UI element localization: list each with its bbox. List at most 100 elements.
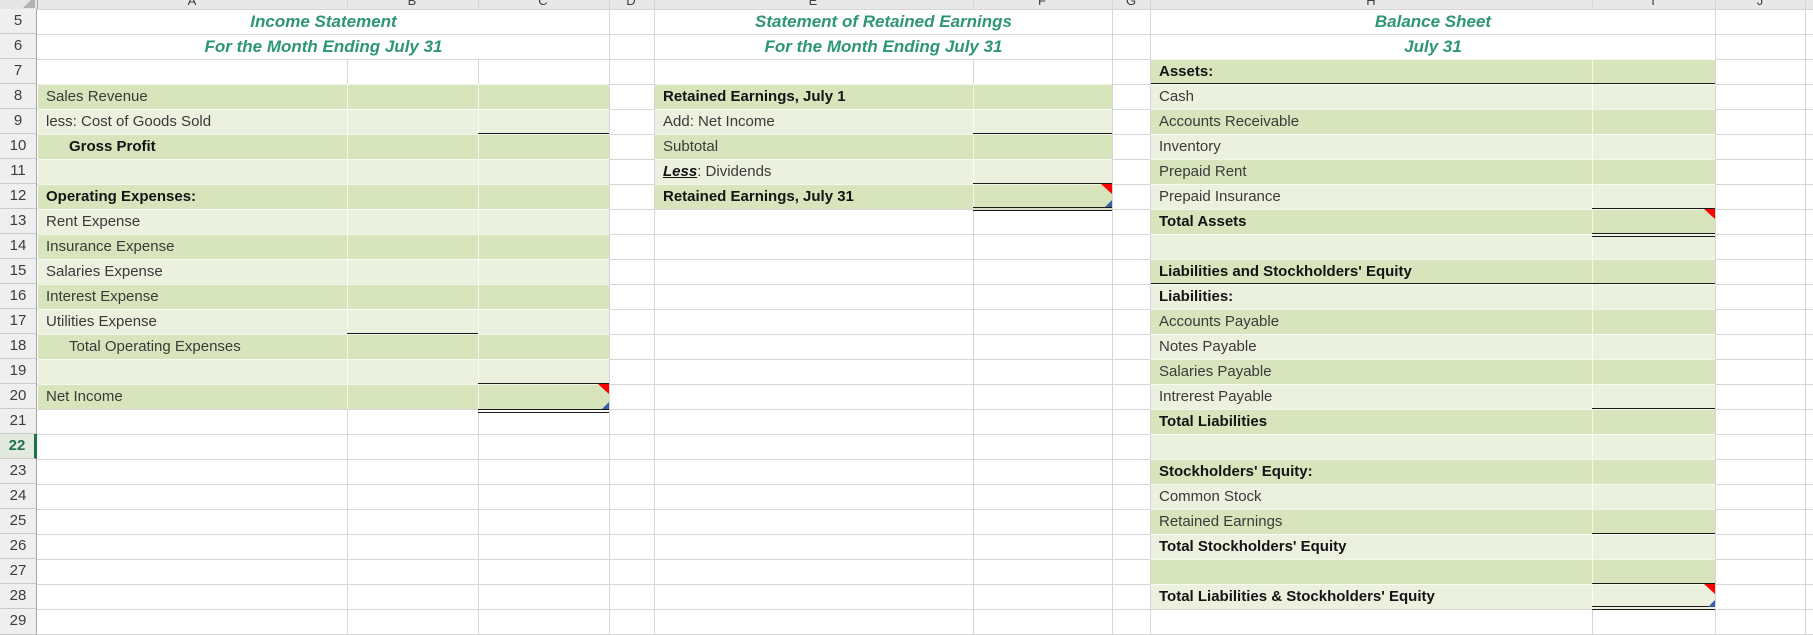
cell-retained-earnings[interactable]: Retained Earnings xyxy=(1151,509,1589,534)
band-column-separator xyxy=(1592,59,1593,609)
cell-total-operating-expenses[interactable]: Total Operating Expenses xyxy=(38,334,369,359)
cell-assets-header[interactable]: Assets: xyxy=(1151,59,1589,84)
cell-border-net-income-double xyxy=(478,412,609,413)
cell-gross-profit[interactable]: Gross Profit xyxy=(38,134,369,159)
row-header-28[interactable]: 28 xyxy=(0,584,37,609)
cell-border-net-income-double xyxy=(478,409,609,410)
cell-cash[interactable]: Cash xyxy=(1151,84,1589,109)
row-header-10[interactable]: 10 xyxy=(0,134,37,159)
cell-border-total-assets-double xyxy=(1592,236,1715,237)
less-label: Less xyxy=(663,163,698,180)
row-header-27[interactable]: 27 xyxy=(0,559,37,584)
cell-total-liabilities[interactable]: Total Liabilities xyxy=(1151,409,1589,434)
cell-insurance-expense[interactable]: Insurance Expense xyxy=(38,234,346,259)
row-header-29[interactable]: 29 xyxy=(0,609,37,635)
column-header-g[interactable]: G xyxy=(1118,0,1144,8)
cell-sales-revenue[interactable]: Sales Revenue xyxy=(38,84,346,109)
row-header-5[interactable]: 5 xyxy=(0,9,37,34)
cell-rent-expense[interactable]: Rent Expense xyxy=(38,209,346,234)
column-header-b[interactable]: B xyxy=(399,0,425,8)
column-header-a[interactable]: A xyxy=(179,0,205,8)
row-header-12[interactable]: 12 xyxy=(0,184,37,209)
cell-total-liabilities-and-equity[interactable]: Total Liabilities & Stockholders' Equity xyxy=(1151,584,1589,609)
gridline-v xyxy=(609,0,610,635)
row-header-23[interactable]: 23 xyxy=(0,459,37,484)
cell-total-assets[interactable]: Total Assets xyxy=(1151,209,1589,234)
cell-liabilities-header[interactable]: Liabilities: xyxy=(1151,284,1589,309)
cell-accounts-payable[interactable]: Accounts Payable xyxy=(1151,309,1589,334)
net-income-value-cell[interactable] xyxy=(478,384,609,409)
cell-utilities-expense[interactable]: Utilities Expense xyxy=(38,309,346,334)
row-header-15[interactable]: 15 xyxy=(0,259,37,284)
total-assets-value-cell[interactable] xyxy=(1592,209,1715,234)
cell-notes-payable[interactable]: Notes Payable xyxy=(1151,334,1589,359)
total-liabilities-equity-value-cell[interactable] xyxy=(1592,584,1715,609)
band-column-separator xyxy=(347,84,348,409)
cell-total-stockholders-equity[interactable]: Total Stockholders' Equity xyxy=(1151,534,1589,559)
row-header-17[interactable]: 17 xyxy=(0,309,37,334)
row-header-24[interactable]: 24 xyxy=(0,484,37,509)
column-header-d[interactable]: D xyxy=(618,0,644,8)
gridline-v xyxy=(1112,0,1113,635)
cell-border-total-liab-equity-double xyxy=(1592,609,1715,610)
cell-stockholders-equity-header[interactable]: Stockholders' Equity: xyxy=(1151,459,1589,484)
balance-sheet-title[interactable]: Balance Sheet xyxy=(1151,9,1715,34)
cell-cost-of-goods-sold[interactable]: less: Cost of Goods Sold xyxy=(38,109,346,134)
cell-prepaid-rent[interactable]: Prepaid Rent xyxy=(1151,159,1589,184)
column-header-i[interactable]: I xyxy=(1640,0,1666,8)
cell-interest-expense[interactable]: Interest Expense xyxy=(38,284,346,309)
cell-border-add-net-income xyxy=(973,133,1112,134)
row-header-26[interactable]: 26 xyxy=(0,534,37,559)
cell-accounts-receivable[interactable]: Accounts Receivable xyxy=(1151,109,1589,134)
row-header-14[interactable]: 14 xyxy=(0,234,37,259)
cell-operating-expenses-header[interactable]: Operating Expenses: xyxy=(38,184,346,209)
row-header-16[interactable]: 16 xyxy=(0,284,37,309)
cell-border-cogs-total xyxy=(478,133,609,134)
cell-common-stock[interactable]: Common Stock xyxy=(1151,484,1589,509)
cell-border-assets-underline xyxy=(1151,83,1715,84)
row-header-13[interactable]: 13 xyxy=(0,209,37,234)
column-header-j[interactable]: J xyxy=(1747,0,1773,8)
row-header-18[interactable]: 18 xyxy=(0,334,37,359)
cell-interest-payable[interactable]: Intrerest Payable xyxy=(1151,384,1589,409)
spreadsheet-view: A B C D E F G H I J Income Statement For… xyxy=(0,0,1813,635)
row-header-21[interactable]: 21 xyxy=(0,409,37,434)
cell-border-utilities-total xyxy=(347,333,478,334)
row-header-6[interactable]: 6 xyxy=(0,34,37,59)
cell-inventory[interactable]: Inventory xyxy=(1151,134,1589,159)
column-header-e[interactable]: E xyxy=(800,0,826,8)
cell-add-net-income[interactable]: Add: Net Income xyxy=(655,109,973,134)
column-headers: A B C D E F G H I J xyxy=(37,0,1813,9)
retained-earnings-july31-value-cell[interactable] xyxy=(973,184,1112,209)
row-header-19[interactable]: 19 xyxy=(0,359,37,384)
select-all-corner[interactable] xyxy=(0,0,38,9)
cell-prepaid-insurance[interactable]: Prepaid Insurance xyxy=(1151,184,1589,209)
retained-earnings-title[interactable]: Statement of Retained Earnings xyxy=(655,9,1112,34)
gridline-v xyxy=(1715,0,1716,635)
cell-border-re-july31-double xyxy=(973,210,1112,211)
row-header-7[interactable]: 7 xyxy=(0,59,37,84)
row-header-11[interactable]: 11 xyxy=(0,159,37,184)
column-header-f[interactable]: F xyxy=(1029,0,1055,8)
cell-net-income[interactable]: Net Income xyxy=(38,384,346,409)
gridline-v xyxy=(1805,0,1806,635)
cell-subtotal[interactable]: Subtotal xyxy=(655,134,973,159)
cell-liabilities-and-equity-header[interactable]: Liabilities and Stockholders' Equity xyxy=(1151,259,1589,284)
balance-sheet-subtitle[interactable]: July 31 xyxy=(1151,34,1715,59)
column-header-h[interactable]: H xyxy=(1358,0,1384,8)
cell-retained-earnings-july31[interactable]: Retained Earnings, July 31 xyxy=(655,184,973,209)
row-header-8[interactable]: 8 xyxy=(0,84,37,109)
row-header-20[interactable]: 20 xyxy=(0,384,37,409)
row-header-22-active[interactable]: 22 xyxy=(0,434,37,459)
column-header-c[interactable]: C xyxy=(530,0,556,8)
row-header-25[interactable]: 25 xyxy=(0,509,37,534)
cell-salaries-payable[interactable]: Salaries Payable xyxy=(1151,359,1589,384)
income-statement-title[interactable]: Income Statement xyxy=(38,9,609,34)
row-header-9[interactable]: 9 xyxy=(0,109,37,134)
income-statement-subtitle[interactable]: For the Month Ending July 31 xyxy=(38,34,609,59)
select-all-triangle-icon xyxy=(23,0,35,8)
retained-earnings-subtitle[interactable]: For the Month Ending July 31 xyxy=(655,34,1112,59)
cell-less-dividends[interactable]: Less: Dividends xyxy=(655,159,973,184)
cell-retained-earnings-july1[interactable]: Retained Earnings, July 1 xyxy=(655,84,973,109)
cell-salaries-expense[interactable]: Salaries Expense xyxy=(38,259,346,284)
